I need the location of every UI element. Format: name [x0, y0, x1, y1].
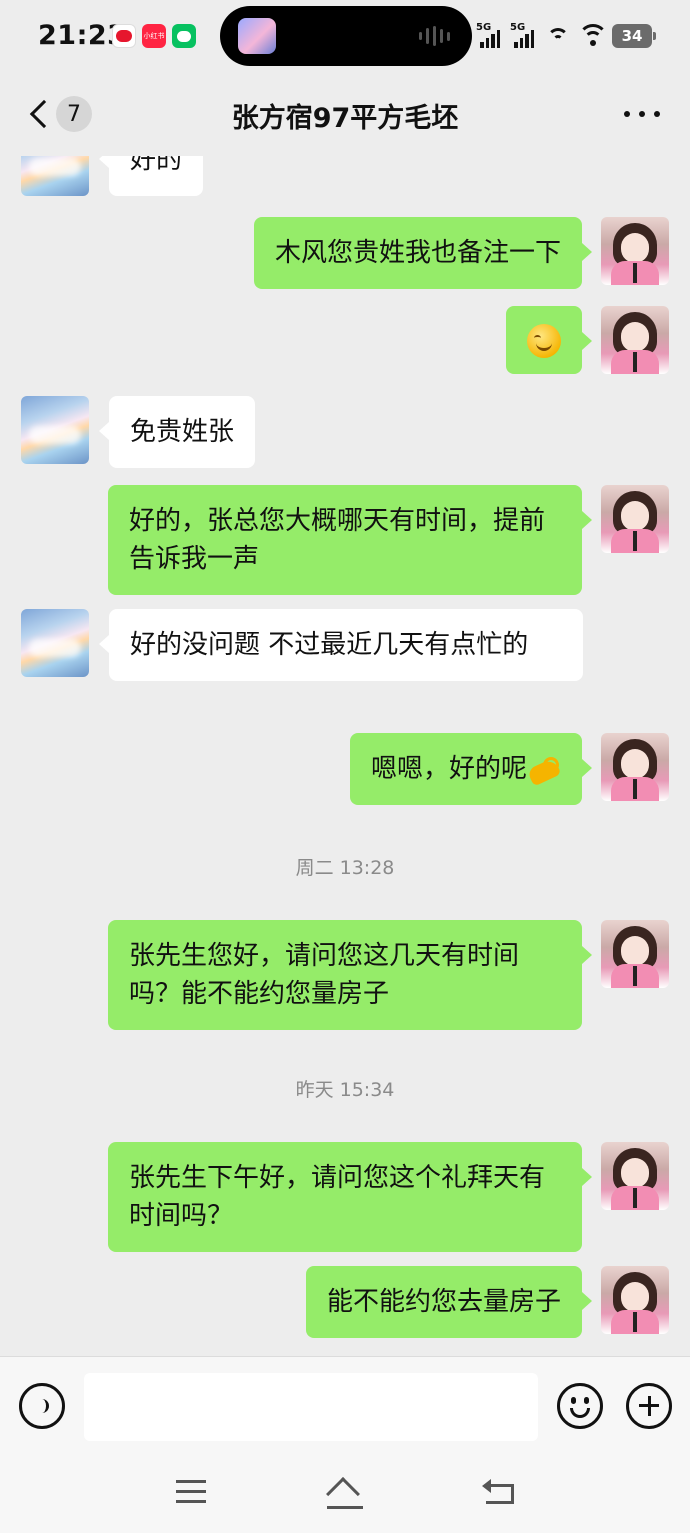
emoji-button[interactable]	[557, 1383, 603, 1429]
message-bubble-sent[interactable]: 好的，张总您大概哪天有时间，提前告诉我一声	[108, 485, 592, 595]
more-functions-button[interactable]	[626, 1383, 672, 1429]
more-dot	[639, 111, 645, 117]
chat-title: 张方宿97平方毛坯	[231, 103, 459, 134]
status-bar: 21:23 小红书 5G 5G 34	[0, 0, 690, 72]
voice-wave-icon	[35, 1399, 49, 1413]
my-avatar[interactable]	[601, 1266, 669, 1334]
signal-bars-2-icon	[514, 28, 534, 48]
chat-header: 7 张方宿97平方毛坯	[0, 72, 690, 156]
contact-avatar[interactable]	[21, 609, 89, 677]
more-options-button[interactable]	[624, 102, 660, 126]
message-input[interactable]	[84, 1373, 538, 1441]
message-bubble-sent[interactable]: 张先生您好，请问您这几天有时间吗？能不能约您量房子	[108, 920, 592, 1030]
my-avatar[interactable]	[601, 217, 669, 285]
my-avatar[interactable]	[601, 920, 669, 988]
message-timestamp: 周二 13:28	[295, 857, 395, 879]
dynamic-island[interactable]	[220, 6, 472, 66]
system-nav-bar	[0, 1456, 690, 1533]
message-bubble-received[interactable]: 好的没问题 不过最近几天有点忙的	[99, 609, 583, 681]
message-bubble-sent[interactable]: 木风您贵姓我也备注一下	[253, 217, 593, 289]
my-avatar[interactable]	[601, 306, 669, 374]
menu-icon	[176, 1480, 206, 1483]
xiaohongshu-label: 小红书	[143, 32, 165, 40]
my-avatar[interactable]	[601, 485, 669, 553]
xiaohongshu-icon: 小红书	[142, 24, 166, 48]
system-back-button[interactable]	[482, 1476, 522, 1512]
message-bubble-sent[interactable]: 能不能约您去量房子	[305, 1266, 593, 1338]
home-button[interactable]	[325, 1476, 365, 1512]
weibo-icon	[112, 24, 136, 48]
voice-input-button[interactable]	[19, 1383, 65, 1429]
signal-bars-1-icon	[480, 28, 500, 48]
contact-avatar[interactable]	[21, 156, 89, 196]
message-text: 嗯嗯，好的呢	[370, 754, 527, 784]
my-avatar[interactable]	[601, 1142, 669, 1210]
more-dot	[624, 111, 630, 117]
wifi-plus-icon	[545, 26, 571, 48]
wechat-icon	[172, 24, 196, 48]
smiling-face-icon	[527, 323, 561, 358]
message-list[interactable]: 好的 木风您贵姓我也备注一下 免贵姓张 好的，张总您大概哪天有时间，提前告诉我一…	[0, 156, 690, 1356]
emoji-face-icon	[571, 1397, 589, 1404]
contact-avatar[interactable]	[21, 396, 89, 464]
wifi-icon	[578, 24, 608, 48]
message-bubble-received[interactable]: 好的	[98, 156, 204, 196]
message-bubble-sent[interactable]: 张先生下午好，请问您这个礼拜天有时间吗？	[108, 1142, 592, 1252]
my-avatar[interactable]	[601, 733, 669, 801]
battery-icon: 34	[612, 24, 656, 48]
message-bubble-sent[interactable]: 嗯嗯，好的呢	[349, 733, 593, 805]
input-bar	[0, 1356, 690, 1456]
recent-apps-button[interactable]	[176, 1480, 216, 1516]
more-dot	[654, 111, 660, 117]
message-timestamp: 昨天 15:34	[295, 1079, 395, 1101]
notification-icons: 小红书	[112, 24, 196, 48]
audio-wave-icon	[419, 26, 450, 46]
ok-hand-icon	[527, 753, 561, 787]
media-thumbnail	[238, 18, 276, 54]
message-bubble-sent[interactable]	[506, 306, 592, 374]
message-bubble-received[interactable]: 免贵姓张	[98, 396, 256, 468]
